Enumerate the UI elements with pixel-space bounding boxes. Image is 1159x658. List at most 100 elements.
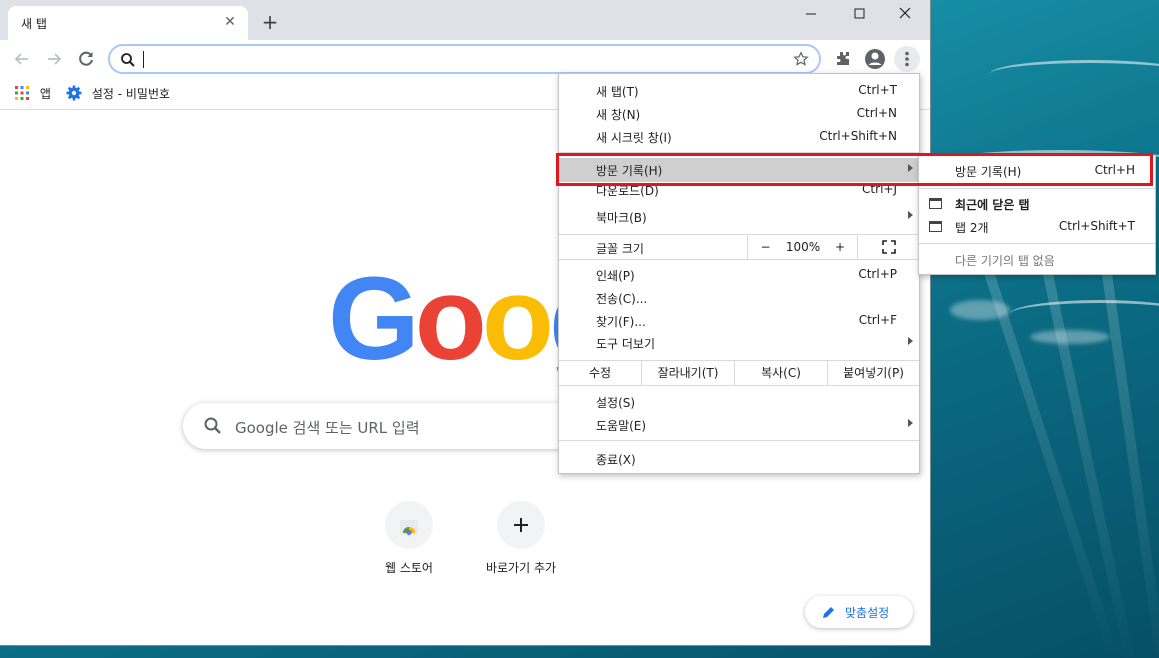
submenu-item-no-other-devices: 다른 기기의 탭 없음	[919, 248, 1155, 271]
menu-item-label: 전송(C)...	[596, 292, 648, 306]
menu-item-shortcut: Ctrl+N	[856, 106, 897, 120]
menu-item-more-tools[interactable]: 도구 더보기	[559, 331, 919, 354]
plus-icon	[514, 518, 528, 532]
shortcut-web-store[interactable]: 웹 스토어	[359, 501, 459, 576]
menu-item-shortcut: Ctrl+J	[862, 182, 897, 196]
reload-icon[interactable]	[75, 48, 97, 70]
menu-item-label: 인쇄(P)	[596, 269, 635, 283]
shortcut-tile	[497, 501, 545, 549]
zoom-out-button[interactable]: −	[747, 235, 783, 259]
shortcut-tile	[385, 501, 433, 549]
menu-item-label: 새 시크릿 창(I)	[596, 131, 672, 145]
menu-separator	[559, 385, 919, 386]
window-close-icon[interactable]	[890, 4, 920, 24]
apps-grid-icon	[15, 86, 29, 100]
address-bar[interactable]	[108, 44, 821, 74]
shortcut-label: 웹 스토어	[385, 561, 433, 575]
menu-separator	[559, 259, 919, 260]
cut-button[interactable]: 잘라내기(T)	[641, 361, 734, 385]
bookmark-apps-label: 앱	[39, 87, 51, 101]
bookmark-settings-label: 설정 - 비밀번호	[91, 87, 171, 101]
water-glint	[1030, 330, 1110, 344]
submenu-item-label: 최근에 닫은 탭	[955, 198, 1030, 212]
maximize-icon[interactable]	[844, 4, 874, 24]
search-icon	[121, 53, 135, 67]
submenu-item-label: 탭 2개	[955, 221, 989, 235]
menu-item-label: 설정(S)	[596, 396, 636, 410]
search-placeholder: Google 검색 또는 URL 입력	[235, 419, 420, 437]
menu-item-label: 도움말(E)	[596, 419, 647, 433]
fullscreen-button[interactable]	[857, 235, 919, 259]
bookmark-apps[interactable]: 앱	[14, 84, 51, 104]
water-highlight	[990, 60, 1159, 88]
new-tab-plus-icon[interactable]: +	[260, 12, 280, 32]
submenu-item-history[interactable]: 방문 기록(H) Ctrl+H	[919, 159, 1155, 182]
menu-separator	[559, 152, 919, 153]
settings-gear-icon	[66, 85, 82, 101]
menu-item-new-tab[interactable]: 새 탭(T) Ctrl+T	[559, 79, 919, 102]
menu-item-new-window[interactable]: 새 창(N) Ctrl+N	[559, 102, 919, 125]
shortcut-label: 바로가기 추가	[485, 561, 557, 575]
menu-item-label: 북마크(B)	[596, 211, 647, 225]
back-arrow-icon[interactable]	[11, 48, 33, 70]
shortcut-add[interactable]: 바로가기 추가	[471, 501, 571, 576]
three-dots-vertical-icon	[905, 51, 909, 67]
menu-item-shortcut: Ctrl+T	[858, 83, 897, 97]
zoom-in-button[interactable]: +	[823, 235, 857, 259]
chrome-main-menu: 새 탭(T) Ctrl+T 새 창(N) Ctrl+N 새 시크릿 창(I) C…	[558, 73, 920, 474]
menu-item-find[interactable]: 찾기(F)... Ctrl+F	[559, 309, 919, 332]
menu-item-history[interactable]: 방문 기록(H)	[559, 158, 919, 182]
menu-item-bookmarks[interactable]: 북마크(B)	[559, 205, 919, 228]
customize-label: 맞춤설정	[845, 606, 890, 620]
zoom-value: 100%	[785, 240, 821, 254]
menu-item-print[interactable]: 인쇄(P) Ctrl+P	[559, 263, 919, 286]
paste-button[interactable]: 붙여넣기(P)	[827, 361, 919, 385]
submenu-item-shortcut: Ctrl+H	[1094, 163, 1135, 177]
search-icon	[204, 417, 221, 434]
submenu-item-label: 다른 기기의 탭 없음	[955, 254, 1055, 268]
tab-new-tab[interactable]: 새 탭 ✕	[8, 6, 248, 40]
title-bar: 새 탭 ✕ +	[0, 0, 930, 40]
window-icon	[929, 221, 942, 232]
menu-item-shortcut: Ctrl+P	[858, 267, 897, 281]
water-glint	[950, 300, 1010, 320]
menu-more-button[interactable]	[894, 46, 920, 72]
bookmark-star-icon[interactable]	[793, 51, 809, 67]
menu-separator	[919, 188, 1155, 189]
menu-item-label: 다운로드(D)	[596, 184, 659, 198]
text-caret	[143, 51, 144, 68]
bookmark-settings-passwords[interactable]: 설정 - 비밀번호	[66, 84, 170, 104]
copy-button[interactable]: 복사(C)	[734, 361, 827, 385]
fullscreen-icon	[881, 240, 896, 254]
menu-item-incognito[interactable]: 새 시크릿 창(I) Ctrl+Shift+N	[559, 125, 919, 148]
edit-label: 수정	[588, 366, 612, 380]
customize-button[interactable]: 맞춤설정	[805, 596, 913, 628]
water-highlight	[1010, 300, 1159, 328]
tab-title: 새 탭	[21, 17, 47, 31]
submenu-arrow-icon	[908, 337, 913, 345]
menu-item-shortcut: Ctrl+Shift+N	[819, 129, 897, 143]
menu-item-downloads[interactable]: 다운로드(D) Ctrl+J	[559, 182, 919, 198]
chrome-web-store-icon	[400, 520, 418, 536]
close-icon[interactable]: ✕	[222, 14, 238, 30]
menu-item-label: 찾기(F)...	[596, 315, 646, 329]
submenu-item-label: 방문 기록(H)	[955, 165, 1022, 179]
minimize-icon[interactable]	[796, 4, 826, 24]
profile-avatar-icon[interactable]	[864, 48, 886, 70]
menu-item-label: 새 창(N)	[596, 108, 641, 122]
menu-item-help[interactable]: 도움말(E)	[559, 413, 919, 436]
menu-item-cast[interactable]: 전송(C)...	[559, 286, 919, 309]
submenu-item-recently-closed: 최근에 닫은 탭	[919, 192, 1155, 215]
menu-item-label: 새 탭(T)	[596, 85, 639, 99]
submenu-item-shortcut: Ctrl+Shift+T	[1058, 219, 1135, 233]
submenu-arrow-icon	[908, 419, 913, 427]
forward-arrow-icon[interactable]	[43, 48, 65, 70]
menu-item-exit[interactable]: 종료(X)	[559, 447, 919, 470]
submenu-arrow-icon	[908, 211, 913, 219]
extensions-puzzle-icon[interactable]	[832, 48, 854, 70]
submenu-item-tabs-2[interactable]: 탭 2개 Ctrl+Shift+T	[919, 215, 1155, 238]
submenu-arrow-icon	[908, 164, 913, 172]
history-submenu: 방문 기록(H) Ctrl+H 최근에 닫은 탭 탭 2개 Ctrl+Shift…	[918, 155, 1156, 275]
menu-item-settings[interactable]: 설정(S)	[559, 390, 919, 413]
zoom-label: 글꼴 크기	[596, 242, 644, 256]
